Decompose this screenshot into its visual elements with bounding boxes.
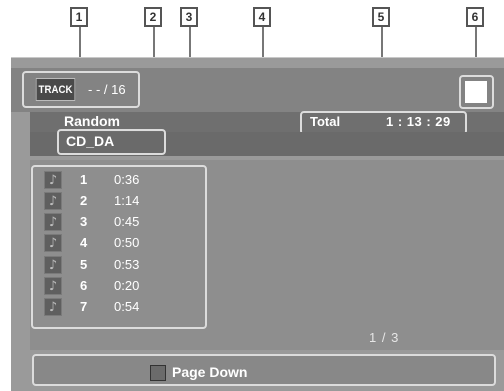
status-indicator: [465, 81, 487, 103]
track-time: 0:20: [114, 278, 140, 293]
callout-number: 3: [180, 7, 198, 27]
track-time: 0:50: [114, 235, 140, 250]
callout-number: 2: [144, 7, 162, 27]
page-indicator: 1 / 3: [369, 330, 400, 345]
track-number: 7: [80, 299, 88, 314]
music-note-icon: ♪: [44, 256, 62, 274]
music-note-icon: ♪: [44, 298, 62, 316]
track-time: 0:53: [114, 257, 140, 272]
square-button-icon: [150, 365, 166, 381]
play-mode-label: Random: [64, 113, 120, 129]
track-time: 0:36: [114, 172, 140, 187]
track-number: 4: [80, 235, 88, 250]
track-number: 5: [80, 257, 88, 272]
disc-type-label: CD_DA: [66, 133, 115, 149]
total-label: Total: [310, 114, 341, 129]
track-time: 0:54: [114, 299, 140, 314]
page-down-label: Page Down: [172, 364, 248, 380]
track-number: 1: [80, 172, 88, 187]
track-time: 0:45: [114, 214, 140, 229]
track-count: - - / 16: [88, 82, 126, 97]
track-time: 1:14: [114, 193, 140, 208]
music-note-icon: ♪: [44, 234, 62, 252]
callout-number: 4: [253, 7, 271, 27]
track-number: 3: [80, 214, 88, 229]
music-note-icon: ♪: [44, 213, 62, 231]
callout-number: 6: [466, 7, 484, 27]
total-time: 1 : 13 : 29: [386, 114, 451, 129]
callout-number: 5: [372, 7, 390, 27]
track-number: 6: [80, 278, 88, 293]
page-down-bar[interactable]: [32, 354, 496, 386]
track-badge: TRACK: [35, 78, 76, 101]
callout-number: 1: [70, 7, 88, 27]
music-note-icon: ♪: [44, 277, 62, 295]
music-note-icon: ♪: [44, 171, 62, 189]
track-number: 2: [80, 193, 88, 208]
music-note-icon: ♪: [44, 192, 62, 210]
